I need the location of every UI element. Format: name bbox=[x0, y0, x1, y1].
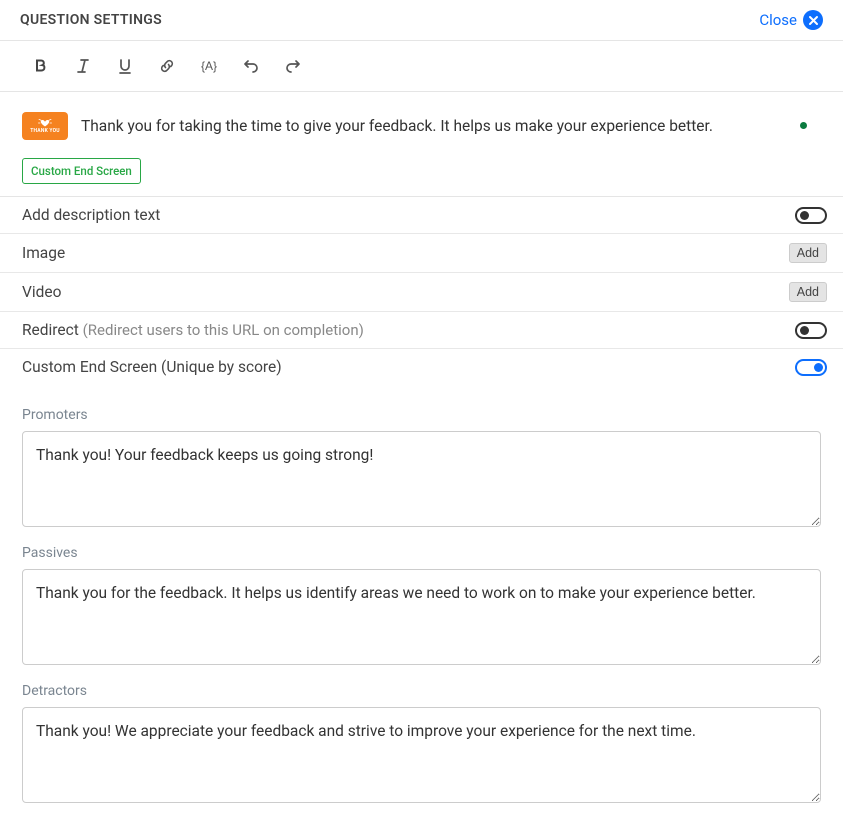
custom-end-toggle[interactable] bbox=[795, 359, 827, 376]
setting-redirect-label-group: Redirect (Redirect users to this URL on … bbox=[22, 321, 364, 339]
summary-message: Thank you for taking the time to give yo… bbox=[81, 117, 713, 135]
close-x-icon bbox=[803, 10, 823, 30]
setting-redirect-label: Redirect bbox=[22, 321, 79, 339]
detractors-label: Detractors bbox=[22, 683, 821, 699]
variable-icon[interactable]: {A} bbox=[192, 51, 226, 81]
setting-custom-end-label: Custom End Screen (Unique by score) bbox=[22, 358, 282, 376]
summary-row: THANK YOU Thank you for taking the time … bbox=[22, 112, 821, 140]
close-button[interactable]: Close bbox=[759, 10, 823, 30]
format-toolbar: {A} bbox=[0, 41, 843, 92]
settings-header: QUESTION SETTINGS Close bbox=[0, 0, 843, 41]
description-toggle[interactable] bbox=[795, 207, 827, 224]
setting-description: Add description text bbox=[0, 197, 843, 234]
setting-description-label: Add description text bbox=[22, 206, 160, 224]
summary-area: THANK YOU Thank you for taking the time … bbox=[0, 92, 843, 194]
thank-you-chip-icon: THANK YOU bbox=[22, 112, 68, 140]
custom-end-screen-tag: Custom End Screen bbox=[22, 158, 141, 184]
setting-video-label: Video bbox=[22, 283, 61, 301]
end-screen-text-sections: Promoters Passives Detractors bbox=[0, 385, 843, 827]
bold-icon[interactable] bbox=[24, 51, 58, 81]
image-add-button[interactable]: Add bbox=[789, 243, 827, 263]
redo-icon[interactable] bbox=[276, 51, 310, 81]
settings-list: Add description text Image Add Video Add… bbox=[0, 196, 843, 385]
setting-image-label: Image bbox=[22, 244, 65, 262]
video-add-button[interactable]: Add bbox=[789, 282, 827, 302]
passives-textarea[interactable] bbox=[22, 569, 821, 665]
svg-text:{A}: {A} bbox=[201, 59, 217, 73]
close-label: Close bbox=[759, 11, 797, 29]
setting-video: Video Add bbox=[0, 273, 843, 312]
promoters-textarea[interactable] bbox=[22, 431, 821, 527]
underline-icon[interactable] bbox=[108, 51, 142, 81]
passives-label: Passives bbox=[22, 545, 821, 561]
page-title: QUESTION SETTINGS bbox=[20, 12, 162, 28]
italic-icon[interactable] bbox=[66, 51, 100, 81]
setting-redirect-sublabel: (Redirect users to this URL on completio… bbox=[83, 321, 364, 339]
setting-redirect: Redirect (Redirect users to this URL on … bbox=[0, 312, 843, 349]
promoters-label: Promoters bbox=[22, 407, 821, 423]
undo-icon[interactable] bbox=[234, 51, 268, 81]
setting-custom-end: Custom End Screen (Unique by score) bbox=[0, 349, 843, 385]
link-icon[interactable] bbox=[150, 51, 184, 81]
detractors-textarea[interactable] bbox=[22, 707, 821, 803]
setting-image: Image Add bbox=[0, 234, 843, 273]
status-indicator-icon bbox=[800, 122, 807, 129]
redirect-toggle[interactable] bbox=[795, 322, 827, 339]
thank-you-micro-label: THANK YOU bbox=[30, 129, 60, 134]
